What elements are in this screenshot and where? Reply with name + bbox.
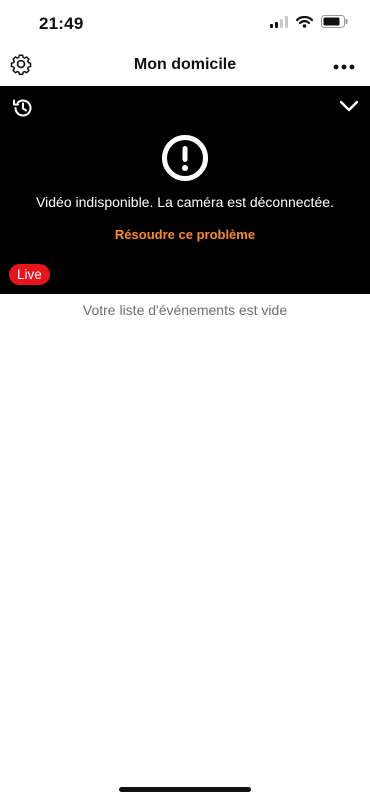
resolve-problem-link[interactable]: Résoudre ce problème (0, 227, 370, 242)
exclamation-circle-icon (161, 134, 209, 182)
battery-icon (321, 15, 348, 28)
status-time: 21:49 (39, 14, 84, 33)
history-button[interactable] (11, 96, 35, 120)
collapse-button[interactable] (339, 98, 359, 114)
cellular-signal-icon (270, 15, 288, 28)
page-title: Mon domicile (133, 56, 237, 73)
app-header: Mon domicile (0, 46, 370, 86)
video-panel: Vidéo indisponible. La caméra est déconn… (0, 86, 370, 294)
status-bar: 21:49 (0, 0, 370, 46)
live-badge[interactable]: Live (9, 264, 50, 285)
chevron-down-icon (339, 100, 359, 118)
history-icon (11, 99, 35, 124)
status-icons (270, 15, 348, 28)
more-options-button[interactable] (330, 54, 358, 78)
more-horizontal-icon (333, 57, 355, 75)
home-indicator[interactable] (119, 787, 251, 792)
wifi-icon (296, 15, 313, 28)
video-unavailable-message: Vidéo indisponible. La caméra est déconn… (36, 194, 334, 210)
empty-events-message: Votre liste d'événements est vide (82, 302, 288, 318)
